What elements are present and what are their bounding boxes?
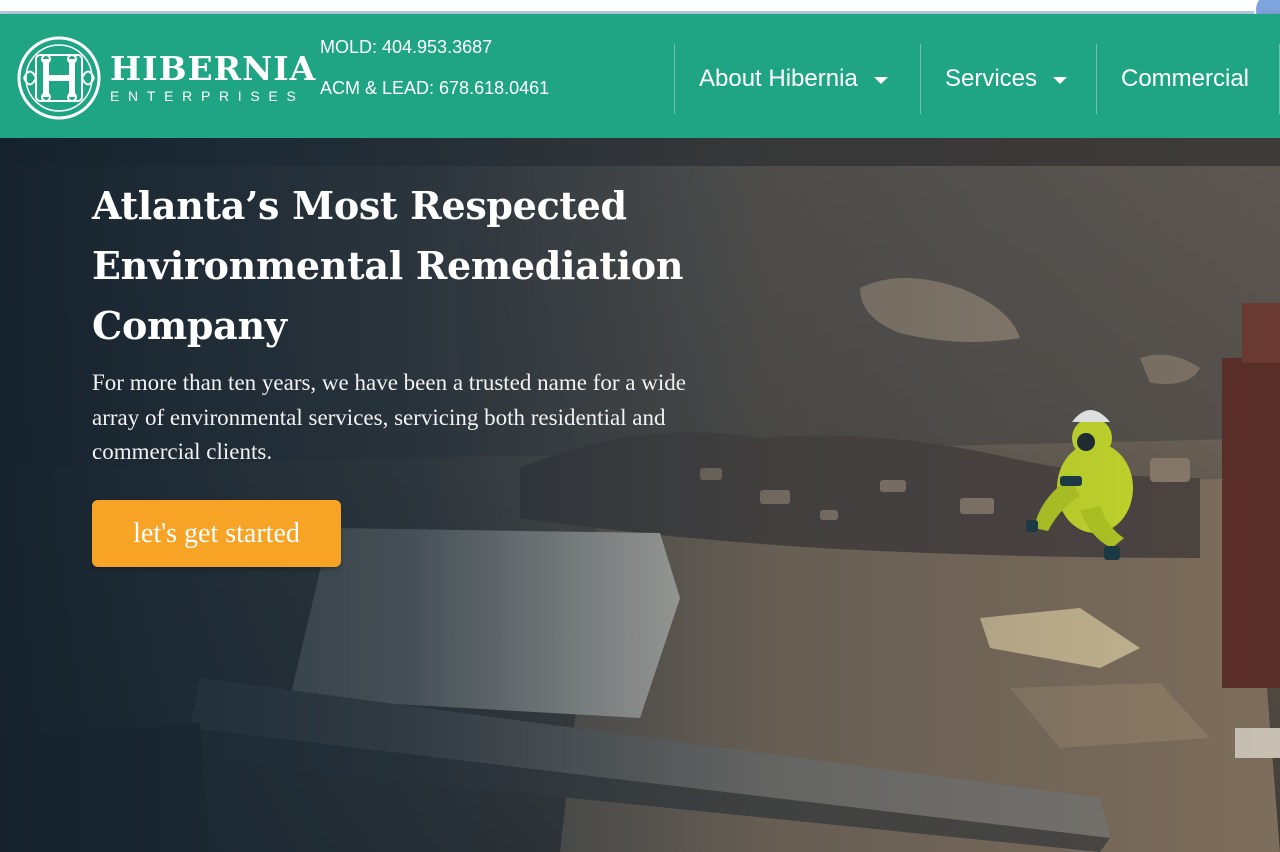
nav-item-services[interactable]: Services [920,44,1096,114]
acm-lead-phone[interactable]: ACM & LEAD: 678.618.0461 [320,77,549,118]
celtic-knot-logo-icon [17,36,101,120]
caret-down-icon [1053,76,1068,84]
get-started-button[interactable]: let's get started [92,500,341,567]
hero-title-line: Environmental Remediation [92,243,684,288]
nav-item-commercial[interactable]: Commercial [1096,44,1280,114]
browser-top-strip [0,0,1280,14]
main-nav: About Hibernia Services Commercial [674,44,1280,114]
nav-item-label: Commercial [1121,65,1250,92]
hero-title: Atlanta’s Most Respected Environmental R… [92,176,712,356]
nav-item-about-hibernia[interactable]: About Hibernia [674,44,920,114]
brand-subtitle: ENTERPRISES [110,88,305,104]
hero-section: Atlanta’s Most Respected Environmental R… [0,138,1280,852]
hero-description: For more than ten years, we have been a … [92,370,686,464]
hero-title-line: Atlanta’s Most Respected [92,183,627,228]
contact-phones: MOLD: 404.953.3687 ACM & LEAD: 678.618.0… [320,36,549,118]
logo[interactable]: HIBERNIA ENTERPRISES [16,34,316,122]
mold-phone[interactable]: MOLD: 404.953.3687 [320,36,549,77]
nav-item-label: About Hibernia [699,65,858,92]
brand-name: HIBERNIA [110,49,317,88]
caret-down-icon [873,76,888,84]
site-header: HIBERNIA ENTERPRISES MOLD: 404.953.3687 … [0,14,1280,138]
nav-item-label: Services [945,65,1038,92]
hero-title-line: Company [92,303,287,348]
